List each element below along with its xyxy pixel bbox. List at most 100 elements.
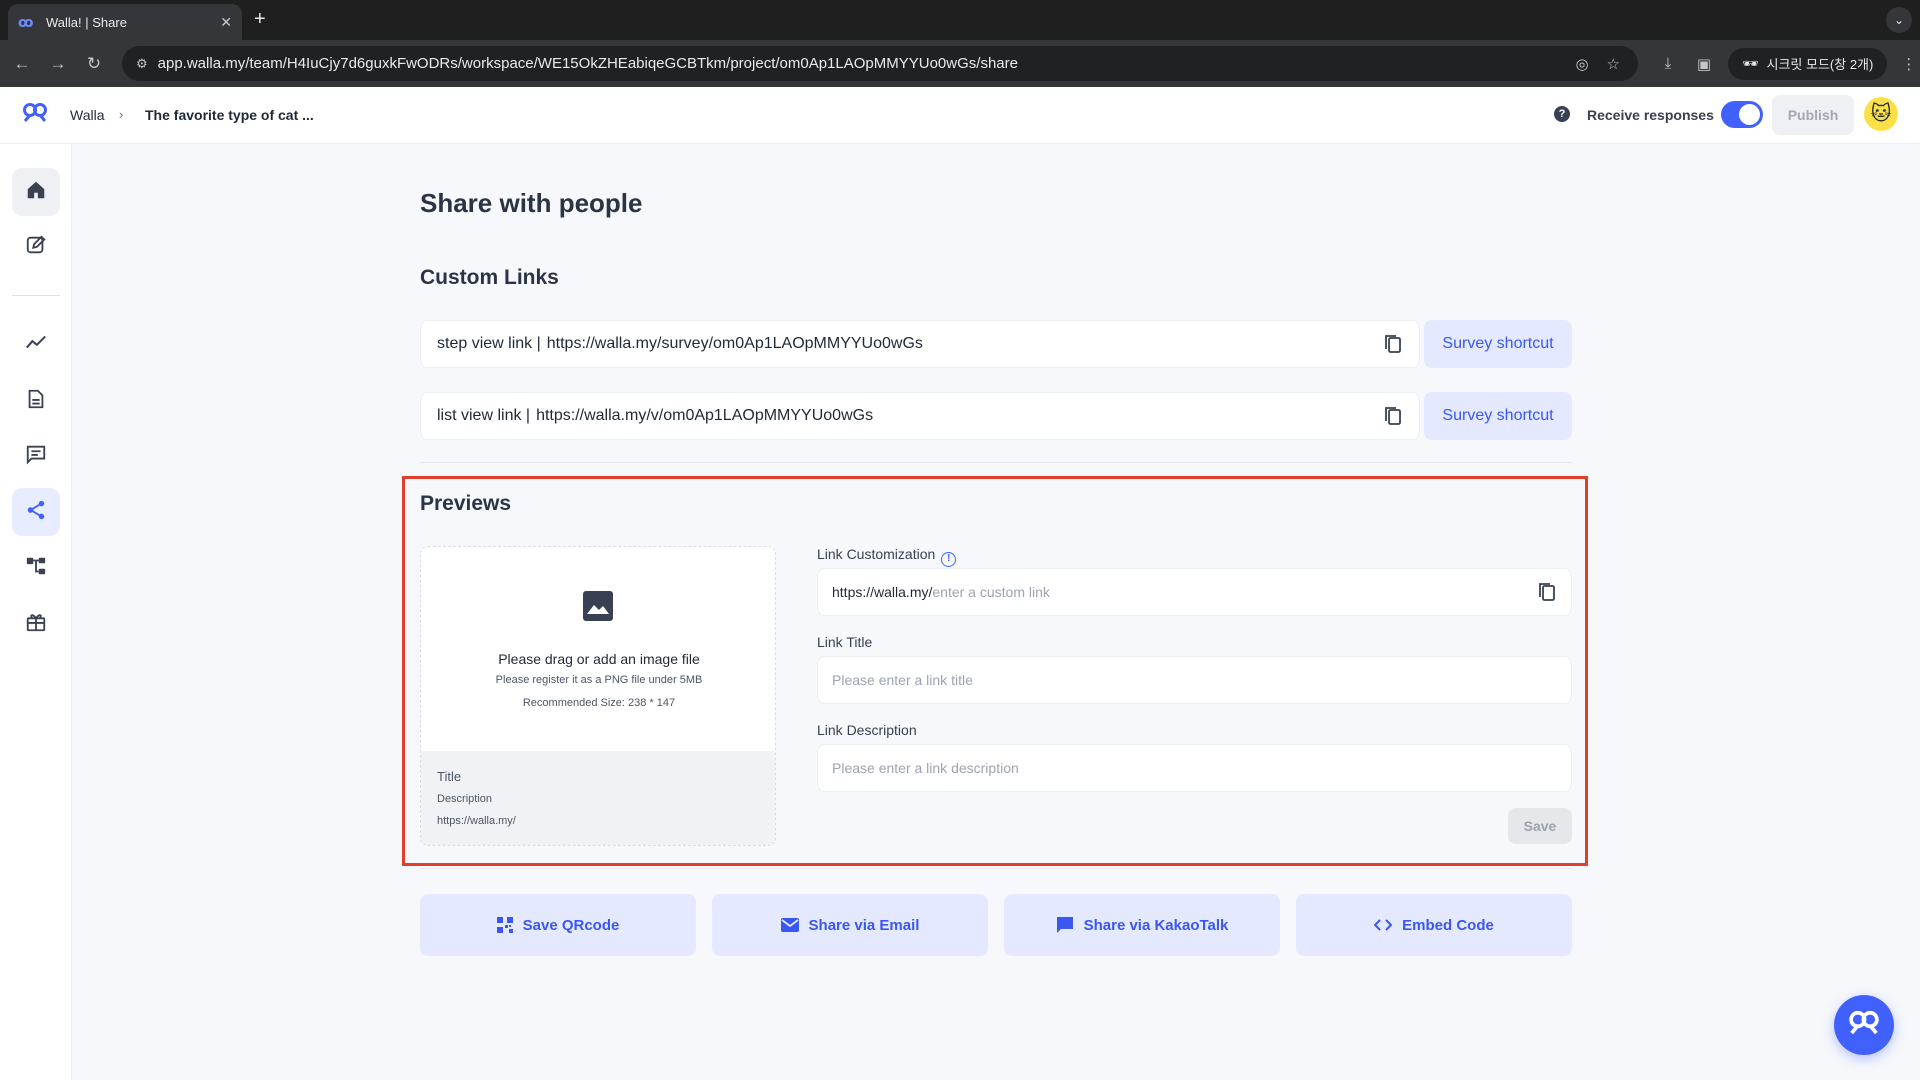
embed-code-button[interactable]: Embed Code — [1296, 894, 1572, 956]
preview-description: Description — [437, 793, 493, 805]
sidebar-divider — [12, 295, 60, 296]
image-icon — [583, 591, 613, 621]
custom-links-heading: Custom Links — [420, 266, 559, 289]
main-content: Share with people Custom Links step view… — [72, 144, 1920, 1080]
custom-link-input[interactable]: enter a custom link — [932, 584, 1050, 600]
new-tab-button[interactable]: + — [254, 8, 266, 31]
divider — [420, 462, 1572, 463]
eye-off-icon[interactable]: ◎ — [1575, 55, 1588, 73]
page-title: Share with people — [420, 188, 643, 218]
incognito-label: 시크릿 모드(창 2개) — [1766, 57, 1874, 72]
avatar[interactable]: 🐱 — [1864, 97, 1898, 131]
custom-link-field[interactable]: https://walla.my/ enter a custom link — [817, 568, 1572, 616]
copy-icon[interactable] — [1537, 581, 1557, 606]
previews-heading: Previews — [420, 492, 512, 515]
sidebar-item-edit[interactable] — [12, 223, 60, 271]
list-view-link-field[interactable]: list view link | https://walla.my/v/om0A… — [420, 392, 1420, 440]
breadcrumb-project[interactable]: The favorite type of cat ... — [145, 107, 314, 123]
link-description-label: Link Description — [817, 722, 917, 738]
link-title-placeholder: Please enter a link title — [832, 672, 973, 688]
flow-icon — [25, 555, 47, 582]
share-kakaotalk-button[interactable]: Share via KakaoTalk — [1004, 894, 1280, 956]
sidebar-item-analytics[interactable] — [12, 321, 60, 369]
walla-logo-icon — [1848, 1008, 1880, 1043]
divider — [420, 868, 1572, 869]
sidebar-item-share[interactable] — [12, 488, 60, 536]
help-chat-button[interactable] — [1834, 995, 1894, 1055]
survey-shortcut-button[interactable]: Survey shortcut — [1424, 320, 1572, 368]
custom-link-prefix: https://walla.my/ — [832, 584, 933, 600]
copy-icon[interactable] — [1383, 405, 1403, 432]
tab-search-icon[interactable]: ⌄ — [1886, 7, 1912, 33]
link-label: list view link | — [437, 407, 531, 424]
incognito-icon: 🕶 — [1742, 55, 1759, 71]
embed-code-label: Embed Code — [1402, 916, 1494, 934]
share-email-label: Share via Email — [808, 916, 920, 934]
info-icon[interactable]: ! — [941, 552, 957, 567]
download-icon[interactable]: ⤓ — [1650, 55, 1686, 72]
walla-logo-icon[interactable] — [22, 101, 48, 127]
browser-menu-icon[interactable]: ⋮ — [1901, 55, 1916, 73]
publish-button[interactable]: Publish — [1772, 95, 1854, 135]
upload-hint: Please register it as a PNG file under 5… — [495, 674, 703, 686]
tab-title: Walla! | Share — [46, 14, 127, 30]
copy-icon[interactable] — [1383, 333, 1403, 360]
link-description-input[interactable]: Please enter a link description — [817, 744, 1572, 792]
site-settings-icon[interactable]: ⚙ — [136, 56, 148, 72]
save-button[interactable]: Save — [1508, 808, 1572, 844]
save-qrcode-button[interactable]: Save QRcode — [420, 894, 696, 956]
help-icon[interactable]: ? — [1554, 106, 1570, 122]
image-upload-dropzone[interactable]: Please drag or add an image file Please … — [421, 547, 775, 751]
forward-icon[interactable]: → — [40, 54, 76, 74]
sidebar — [0, 144, 72, 1080]
receive-responses-toggle[interactable] — [1721, 101, 1763, 128]
survey-shortcut-button[interactable]: Survey shortcut — [1424, 392, 1572, 440]
preview-url: https://walla.my/ — [437, 815, 516, 827]
link-description-placeholder: Please enter a link description — [832, 760, 1019, 776]
trend-icon — [25, 332, 47, 359]
receive-responses-label: Receive responses — [1587, 107, 1714, 123]
sidebar-item-integrations[interactable] — [12, 544, 60, 592]
sidebar-item-home[interactable] — [12, 168, 60, 216]
chat-icon — [25, 443, 47, 470]
toggle-knob — [1739, 104, 1760, 125]
edit-icon — [25, 234, 47, 261]
back-icon[interactable]: ← — [4, 54, 40, 74]
share-email-button[interactable]: Share via Email — [712, 894, 988, 956]
link-url[interactable]: https://walla.my/survey/om0Ap1LAOpMMYYUo… — [547, 335, 923, 353]
breadcrumb-app[interactable]: Walla — [70, 107, 105, 123]
sidebar-item-document[interactable] — [12, 377, 60, 425]
gift-icon — [25, 611, 47, 638]
code-icon — [1374, 918, 1393, 932]
link-title-input[interactable]: Please enter a link title — [817, 656, 1572, 704]
browser-toolbar: ← → ↻ ⚙ app.walla.my/team/H4IuCjy7d6guxk… — [0, 40, 1920, 87]
link-preview-card: Please drag or add an image file Please … — [420, 546, 776, 846]
upload-size-hint: Recommended Size: 238 * 147 — [522, 697, 676, 709]
upload-title: Please drag or add an image file — [498, 651, 700, 667]
sidebar-item-rewards[interactable] — [12, 600, 60, 648]
bookmark-star-icon[interactable]: ☆ — [1607, 55, 1620, 73]
side-panel-icon[interactable]: ▣ — [1686, 55, 1722, 73]
step-view-link-field[interactable]: step view link | https://walla.my/survey… — [420, 320, 1420, 368]
qrcode-icon — [496, 917, 513, 933]
browser-tab[interactable]: ꝏ Walla! | Share ✕ — [8, 4, 242, 40]
home-icon — [25, 179, 47, 206]
save-qrcode-label: Save QRcode — [522, 916, 620, 934]
link-customization-label: Link Customization! — [817, 546, 957, 567]
close-tab-icon[interactable]: ✕ — [220, 14, 232, 31]
walla-logo-icon: ꝏ — [18, 13, 34, 30]
email-icon — [780, 918, 799, 932]
app-header: Walla › The favorite type of cat ... ? R… — [0, 87, 1920, 144]
address-bar[interactable]: ⚙ app.walla.my/team/H4IuCjy7d6guxkFwODRs… — [122, 46, 1638, 81]
document-icon — [25, 388, 47, 415]
share-kakaotalk-label: Share via KakaoTalk — [1083, 916, 1229, 934]
link-url[interactable]: https://walla.my/v/om0Ap1LAOpMMYYUo0wGs — [536, 407, 873, 425]
share-icon — [25, 499, 47, 526]
preview-title: Title — [437, 769, 462, 784]
url-text[interactable]: app.walla.my/team/H4IuCjy7d6guxkFwODRs/w… — [158, 55, 1576, 72]
link-customization-text: Link Customization — [817, 546, 936, 562]
sidebar-item-responses[interactable] — [12, 432, 60, 480]
browser-tabbar: ꝏ Walla! | Share ✕ + ⌄ — [0, 0, 1920, 40]
incognito-indicator[interactable]: 🕶 시크릿 모드(창 2개) — [1728, 47, 1888, 80]
reload-icon[interactable]: ↻ — [76, 54, 112, 74]
